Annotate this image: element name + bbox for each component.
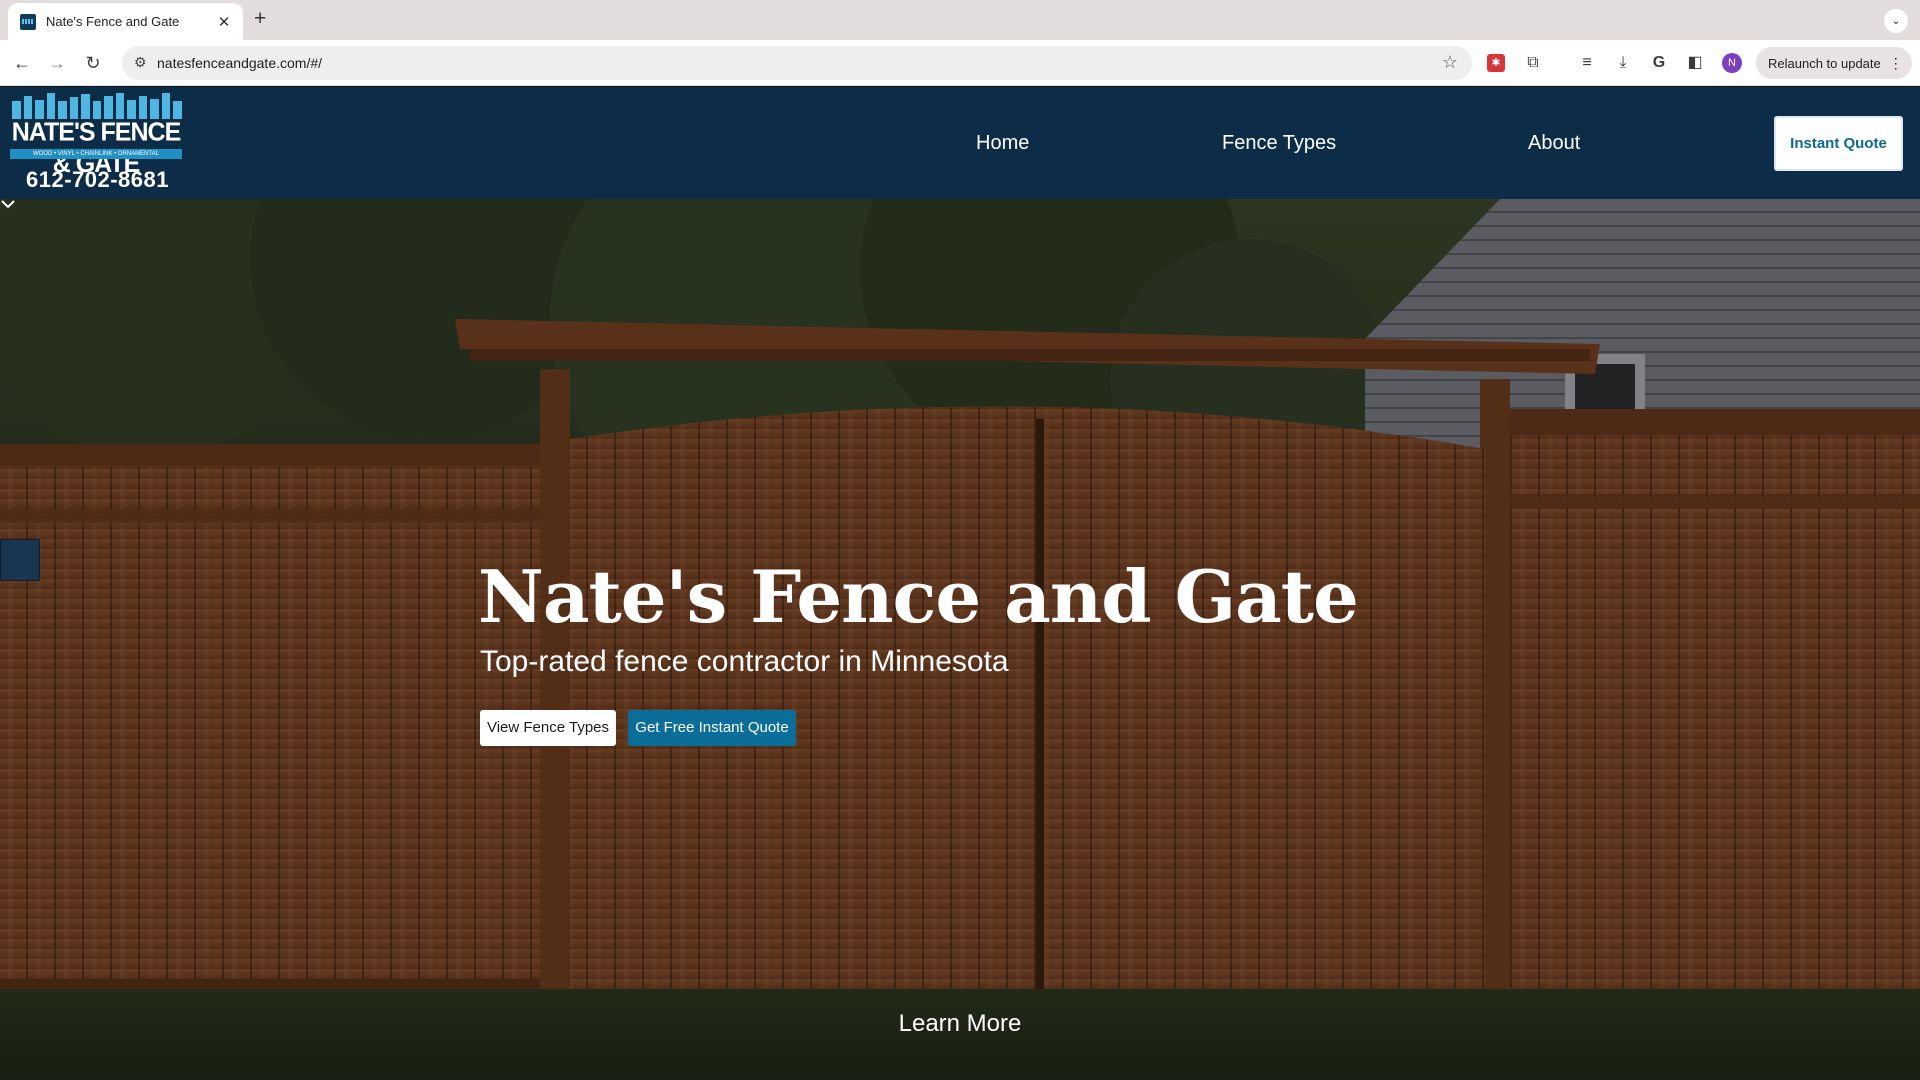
relaunch-button[interactable]: Relaunch to update ⋮ — [1756, 47, 1912, 79]
back-arrow-icon[interactable]: ← — [10, 52, 34, 74]
bookmark-star-icon[interactable]: ☆ — [1442, 52, 1458, 73]
browser-toolbar: ← → ↻ ⚙ natesfenceandgate.com/#/ ☆ ✱ ⧉ ≡… — [0, 40, 1920, 86]
tab-close-icon[interactable]: ✕ — [215, 13, 233, 31]
hero-subtitle: Top-rated fence contractor in Minnesota — [480, 645, 1009, 678]
nav-about[interactable]: About — [1528, 132, 1580, 155]
extensions-puzzle-icon[interactable]: ⧉ — [1522, 52, 1544, 74]
site-info-icon[interactable]: ⚙ — [134, 54, 147, 71]
view-fence-types-button[interactable]: View Fence Types — [480, 710, 616, 746]
forward-arrow-icon[interactable]: → — [45, 52, 69, 74]
browser-tab[interactable]: Nate's Fence and Gate ✕ — [8, 3, 243, 40]
phone-number[interactable]: 612-702-8681 — [10, 167, 185, 193]
reload-icon[interactable]: ↻ — [81, 52, 105, 74]
side-panel-icon[interactable]: ◧ — [1684, 52, 1706, 74]
site-header: NATE'S FENCE & GATE WOOD • VINYL • CHAIN… — [0, 87, 1920, 199]
profile-avatar[interactable]: N — [1722, 53, 1742, 73]
site-favicon-icon — [20, 13, 36, 30]
tab-search-chevron-icon[interactable]: ⌄ — [1884, 9, 1908, 33]
hero-title: Nate's Fence and Gate — [478, 554, 1359, 639]
url-text[interactable]: natesfenceandgate.com/#/ — [157, 55, 322, 71]
fence-sign — [0, 539, 40, 581]
download-icon[interactable]: ⤓ — [1612, 52, 1634, 74]
hero-overlay — [0, 199, 1920, 1080]
nav-home[interactable]: Home — [976, 132, 1029, 155]
chevron-down-icon[interactable] — [0, 199, 16, 209]
address-bar[interactable]: ⚙ natesfenceandgate.com/#/ ☆ — [122, 46, 1472, 80]
reading-list-icon[interactable]: ≡ — [1576, 52, 1598, 74]
logo-tagline: WOOD • VINYL • CHAINLINK • ORNAMENTAL — [10, 149, 182, 159]
browser-tab-strip: Nate's Fence and Gate ✕ + ⌄ — [0, 0, 1920, 40]
logo-fence-graphic — [12, 93, 182, 119]
instant-quote-button[interactable]: Instant Quote — [1774, 116, 1903, 171]
learn-more-link[interactable]: Learn More — [0, 1010, 1920, 1038]
relaunch-label: Relaunch to update — [1768, 55, 1881, 71]
logo-name: NATE'S FENCE & GATE — [11, 117, 182, 179]
site-logo[interactable]: NATE'S FENCE & GATE WOOD • VINYL • CHAIN… — [10, 93, 185, 195]
menu-dots-icon[interactable]: ⋮ — [1889, 55, 1903, 72]
google-icon[interactable]: G — [1648, 52, 1670, 74]
hero-section: Nate's Fence and Gate Top-rated fence co… — [0, 199, 1920, 1080]
extension-red-icon[interactable]: ✱ — [1487, 54, 1505, 72]
nav-fence-types[interactable]: Fence Types — [1222, 132, 1336, 155]
get-free-quote-button[interactable]: Get Free Instant Quote — [628, 710, 796, 746]
new-tab-button[interactable]: + — [254, 8, 266, 30]
tab-title: Nate's Fence and Gate — [46, 14, 180, 29]
